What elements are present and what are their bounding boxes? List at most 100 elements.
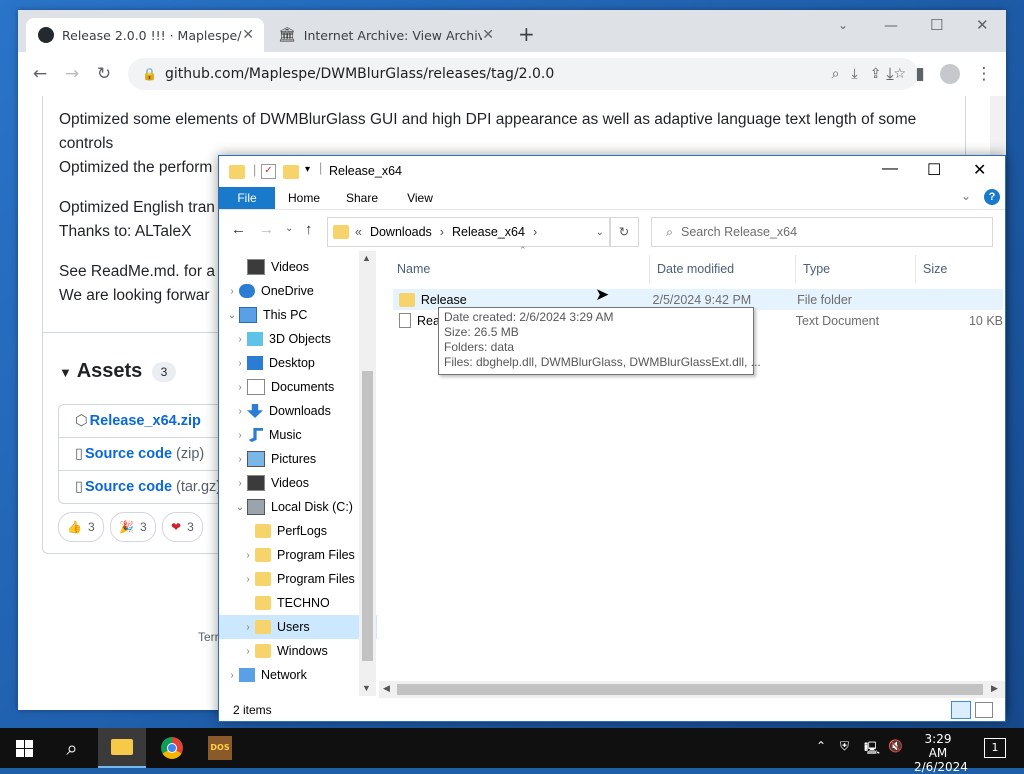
nav-item-techno[interactable]: TECHNO	[219, 591, 377, 615]
volume-muted-icon[interactable]: 🔇	[888, 739, 903, 753]
security-icon[interactable]: ⛨	[840, 739, 849, 754]
nav-item-downloads[interactable]: › Downloads	[219, 399, 377, 423]
nav-item-windows[interactable]: › Windows	[219, 639, 377, 663]
nav-item-3d-objects[interactable]: › 3D Objects	[219, 327, 377, 351]
column-header-size[interactable]: Size	[923, 255, 947, 283]
breadcrumb-downloads[interactable]: Downloads	[370, 225, 432, 239]
chevron-right-icon[interactable]: ›	[241, 574, 255, 585]
nav-scrollbar[interactable]: ▲ ▼	[359, 251, 376, 696]
chevron-right-icon[interactable]: ›	[233, 334, 247, 345]
reaction-thumbs-up[interactable]: 👍 3	[58, 512, 104, 542]
reaction-hooray[interactable]: 🎉 3	[110, 512, 156, 542]
menu-kebab-icon[interactable]: ⋮	[970, 64, 998, 84]
tab-search-chevron-icon[interactable]: ⌄	[838, 18, 848, 32]
minimize-button[interactable]: —	[884, 18, 898, 34]
chevron-right-icon[interactable]: ›	[233, 478, 247, 489]
refresh-icon[interactable]: ↻	[609, 217, 639, 247]
scroll-right-icon[interactable]: ▶	[991, 683, 998, 694]
column-header-name[interactable]: Name	[397, 255, 430, 283]
tab-internet-archive[interactable]: 🏛 Internet Archive: View Archive ✕	[266, 18, 504, 52]
address-dropdown-icon[interactable]: ⌄	[596, 227, 604, 238]
reaction-heart[interactable]: ❤ 3	[162, 512, 203, 542]
chevron-down-icon[interactable]: ⌄	[233, 502, 247, 513]
back-icon[interactable]: ←	[26, 64, 54, 84]
nav-item-this-pc[interactable]: ⌄ This PC	[219, 303, 377, 327]
column-separator[interactable]	[649, 255, 650, 283]
nav-item-perflogs[interactable]: PerfLogs	[219, 519, 377, 543]
large-icons-view-icon[interactable]	[975, 701, 993, 718]
new-tab-button[interactable]: +	[518, 22, 535, 46]
nav-item-program-files[interactable]: › Program Files	[219, 543, 377, 567]
chevron-right-icon[interactable]: ›	[233, 382, 247, 393]
scroll-left-icon[interactable]: ◀	[383, 683, 390, 694]
nav-item-pictures[interactable]: › Pictures	[219, 447, 377, 471]
network-icon[interactable]: 🖳	[864, 739, 880, 760]
footer-link[interactable]: Terr	[198, 630, 219, 644]
column-header-date-modified[interactable]: Date modified	[657, 255, 734, 283]
recent-locations-icon[interactable]: ⌄	[285, 223, 293, 234]
forward-icon[interactable]: →	[58, 64, 86, 84]
chevron-down-icon[interactable]: ⌄	[225, 310, 239, 321]
column-separator[interactable]	[795, 255, 796, 283]
side-panel-icon[interactable]: ▮	[906, 64, 934, 84]
chevron-right-icon[interactable]: ›	[241, 622, 255, 633]
downloads-icon[interactable]: ⤓	[876, 64, 904, 84]
horizontal-scrollbar[interactable]: ◀ ▶	[379, 681, 1005, 698]
maximize-button[interactable]: ☐	[927, 160, 941, 180]
notification-center-icon[interactable]: 1	[984, 738, 1006, 758]
scroll-down-icon[interactable]: ▼	[362, 683, 371, 693]
nav-scroll-thumb[interactable]	[362, 371, 373, 661]
nav-item-users[interactable]: › Users	[219, 615, 377, 639]
profile-avatar[interactable]	[940, 64, 960, 84]
breadcrumb-chevron-icon[interactable]: ›	[533, 225, 537, 239]
reload-icon[interactable]: ↻	[90, 64, 118, 84]
nav-item-videos[interactable]: › Videos	[219, 471, 377, 495]
taskbar-file-explorer[interactable]	[98, 728, 146, 768]
assets-toggle[interactable]: ▼ Assets	[59, 360, 142, 383]
address-bar[interactable]: « Downloads › Release_x64 › ⌄	[327, 217, 611, 247]
column-separator[interactable]	[915, 255, 916, 283]
back-icon[interactable]: ←	[231, 221, 246, 238]
hscroll-thumb[interactable]	[397, 684, 983, 695]
tab-close-icon[interactable]: ✕	[242, 27, 254, 43]
close-button[interactable]: ✕	[976, 16, 989, 34]
address-bar[interactable]: 🔒 github.com/Maplespe/DWMBlurGlass/relea…	[128, 58, 918, 90]
tab-github-release[interactable]: Release 2.0.0 !!! · Maplespe/DWM ✕	[26, 18, 264, 52]
ribbon-tab-share[interactable]: Share	[337, 187, 387, 209]
breadcrumb-release-x64[interactable]: Release_x64	[452, 225, 525, 239]
details-view-icon[interactable]	[951, 700, 971, 719]
chevron-right-icon[interactable]: ›	[233, 358, 247, 369]
chevron-right-icon[interactable]: ›	[225, 670, 239, 681]
chevron-right-icon[interactable]: ›	[233, 406, 247, 417]
nav-item-network[interactable]: › Network	[219, 663, 377, 687]
chevron-right-icon[interactable]: ›	[225, 286, 239, 297]
chevron-right-icon[interactable]: ›	[233, 430, 247, 441]
properties-icon[interactable]: ✓	[261, 164, 276, 179]
nav-item-desktop[interactable]: › Desktop	[219, 351, 377, 375]
ribbon-tab-view[interactable]: View	[395, 187, 445, 209]
column-header-type[interactable]: Type	[803, 255, 830, 283]
forward-icon[interactable]: →	[259, 221, 274, 238]
start-button[interactable]	[0, 728, 48, 768]
qat-dropdown-icon[interactable]: ▾	[305, 164, 310, 175]
chevron-right-icon[interactable]: ›	[233, 454, 247, 465]
minimize-button[interactable]: —	[882, 160, 898, 178]
breadcrumb-overflow[interactable]: «	[355, 225, 362, 239]
nav-item-program-files[interactable]: › Program Files (	[219, 567, 377, 591]
search-icon[interactable]: ⌕	[48, 728, 96, 768]
help-icon[interactable]: ?	[984, 189, 1000, 205]
new-folder-icon[interactable]	[283, 165, 299, 179]
nav-item-local-disk-c[interactable]: ⌄ Local Disk (C:)	[219, 495, 377, 519]
chevron-right-icon[interactable]: ›	[241, 550, 255, 561]
breadcrumb-chevron-icon[interactable]: ›	[440, 225, 444, 239]
ribbon-expand-icon[interactable]: ⌄	[961, 189, 971, 203]
up-folder-icon[interactable]: ↑	[305, 221, 313, 238]
show-hidden-icons-icon[interactable]: ⌃	[816, 739, 826, 753]
nav-item-music[interactable]: › Music	[219, 423, 377, 447]
nav-item-onedrive[interactable]: › OneDrive	[219, 279, 377, 303]
nav-item-videos[interactable]: Videos	[219, 255, 377, 279]
nav-item-documents[interactable]: › Documents	[219, 375, 377, 399]
install-icon[interactable]: ⤓	[852, 66, 858, 82]
ribbon-tab-file[interactable]: File	[219, 187, 275, 209]
ribbon-tab-home[interactable]: Home	[279, 187, 329, 209]
